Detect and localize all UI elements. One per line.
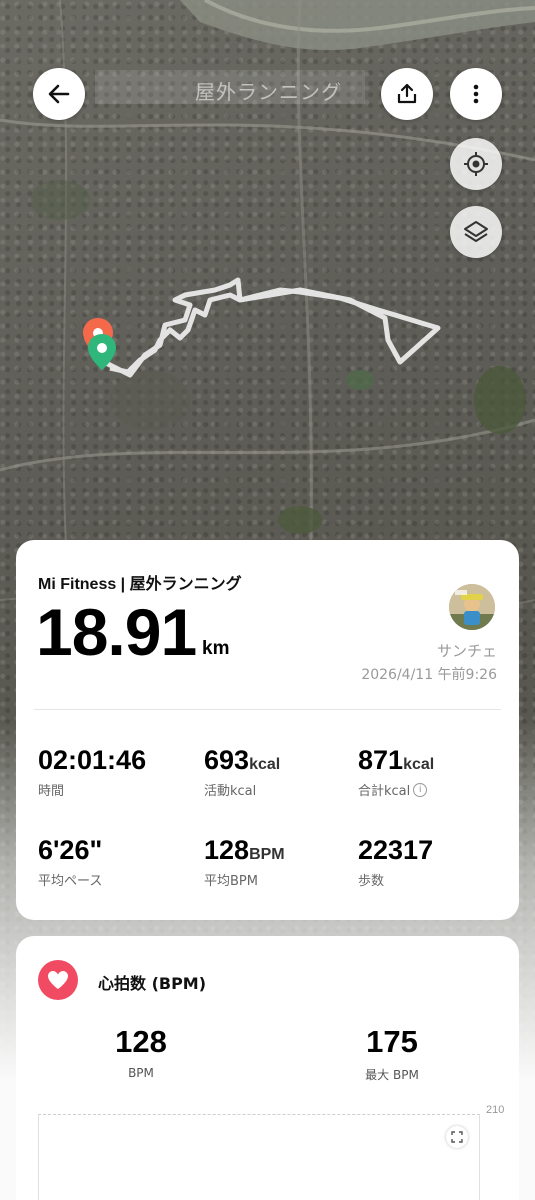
stat-label: 合計kcal	[358, 784, 411, 799]
stat-value: 871kcal	[358, 745, 435, 775]
stat-avg-pace: 6'26" 平均ペース	[38, 835, 102, 889]
share-button[interactable]	[381, 68, 433, 120]
stat-value: 22317	[358, 835, 434, 865]
locate-button[interactable]	[450, 138, 502, 190]
back-button[interactable]	[33, 68, 85, 120]
stat-value: 693kcal	[204, 745, 281, 775]
share-icon	[397, 83, 417, 104]
stat-duration: 02:01:46 時間	[38, 745, 146, 799]
arrow-left-icon	[48, 84, 70, 104]
stat-active-kcal: 693kcal 活動kcal	[204, 745, 280, 799]
heart-rate-title: 心拍数 (BPM)	[98, 974, 207, 993]
stat-steps: 22317 歩数	[358, 835, 433, 889]
expand-chart-icon[interactable]	[446, 1126, 468, 1148]
distance-value: 18.91	[36, 595, 197, 669]
stat-label: 活動kcal	[204, 784, 257, 799]
layers-button[interactable]	[450, 206, 502, 258]
stat-label: 平均ペース	[38, 874, 103, 889]
stat-total-kcal: 871kcal 合計kcal i	[358, 745, 434, 799]
heart-rate-chart[interactable]	[38, 1114, 480, 1200]
max-bpm-label: 最大 BPM	[365, 1068, 419, 1082]
avatar[interactable]	[449, 584, 495, 630]
stat-label: 時間	[38, 784, 65, 799]
heart-badge	[38, 960, 78, 1000]
avg-bpm-block: 128 BPM	[71, 1024, 211, 1080]
heart-icon	[48, 971, 68, 989]
max-bpm-value: 175	[366, 1024, 418, 1059]
summary-app-title: Mi Fitness | 屋外ランニング	[38, 576, 242, 593]
end-marker-icon[interactable]	[86, 332, 122, 372]
info-icon[interactable]: i	[413, 782, 428, 797]
stat-value: 02:01:46	[38, 745, 147, 775]
stat-label: 歩数	[358, 874, 385, 889]
more-vertical-icon	[473, 84, 479, 104]
user-name: サンチェ	[436, 642, 497, 660]
workout-date-time: 2026/4/11 午前9:26	[361, 667, 497, 683]
layers-icon	[464, 221, 488, 242]
workout-summary-card: Mi Fitness | 屋外ランニング 18.91 km サンチェ 2026/…	[16, 540, 519, 920]
page-title: 屋外ランニング	[195, 80, 342, 104]
avatar-image	[449, 584, 495, 630]
stat-value: 128BPM	[204, 835, 285, 865]
stat-label: 平均BPM	[204, 874, 258, 889]
stat-value: 6'26"	[38, 835, 103, 865]
avg-bpm-label: BPM	[128, 1066, 154, 1080]
divider	[34, 709, 501, 710]
stat-avg-bpm: 128BPM 平均BPM	[204, 835, 285, 889]
heart-rate-card[interactable]: 心拍数 (BPM) 128 BPM 175 最大 BPM 210	[16, 936, 519, 1200]
locate-icon	[464, 152, 488, 176]
avg-bpm-value: 128	[115, 1024, 167, 1059]
more-button[interactable]	[450, 68, 502, 120]
chart-axis-max: 210	[486, 1104, 505, 1116]
max-bpm-block: 175 最大 BPM	[322, 1024, 462, 1083]
distance-unit: km	[202, 638, 230, 659]
